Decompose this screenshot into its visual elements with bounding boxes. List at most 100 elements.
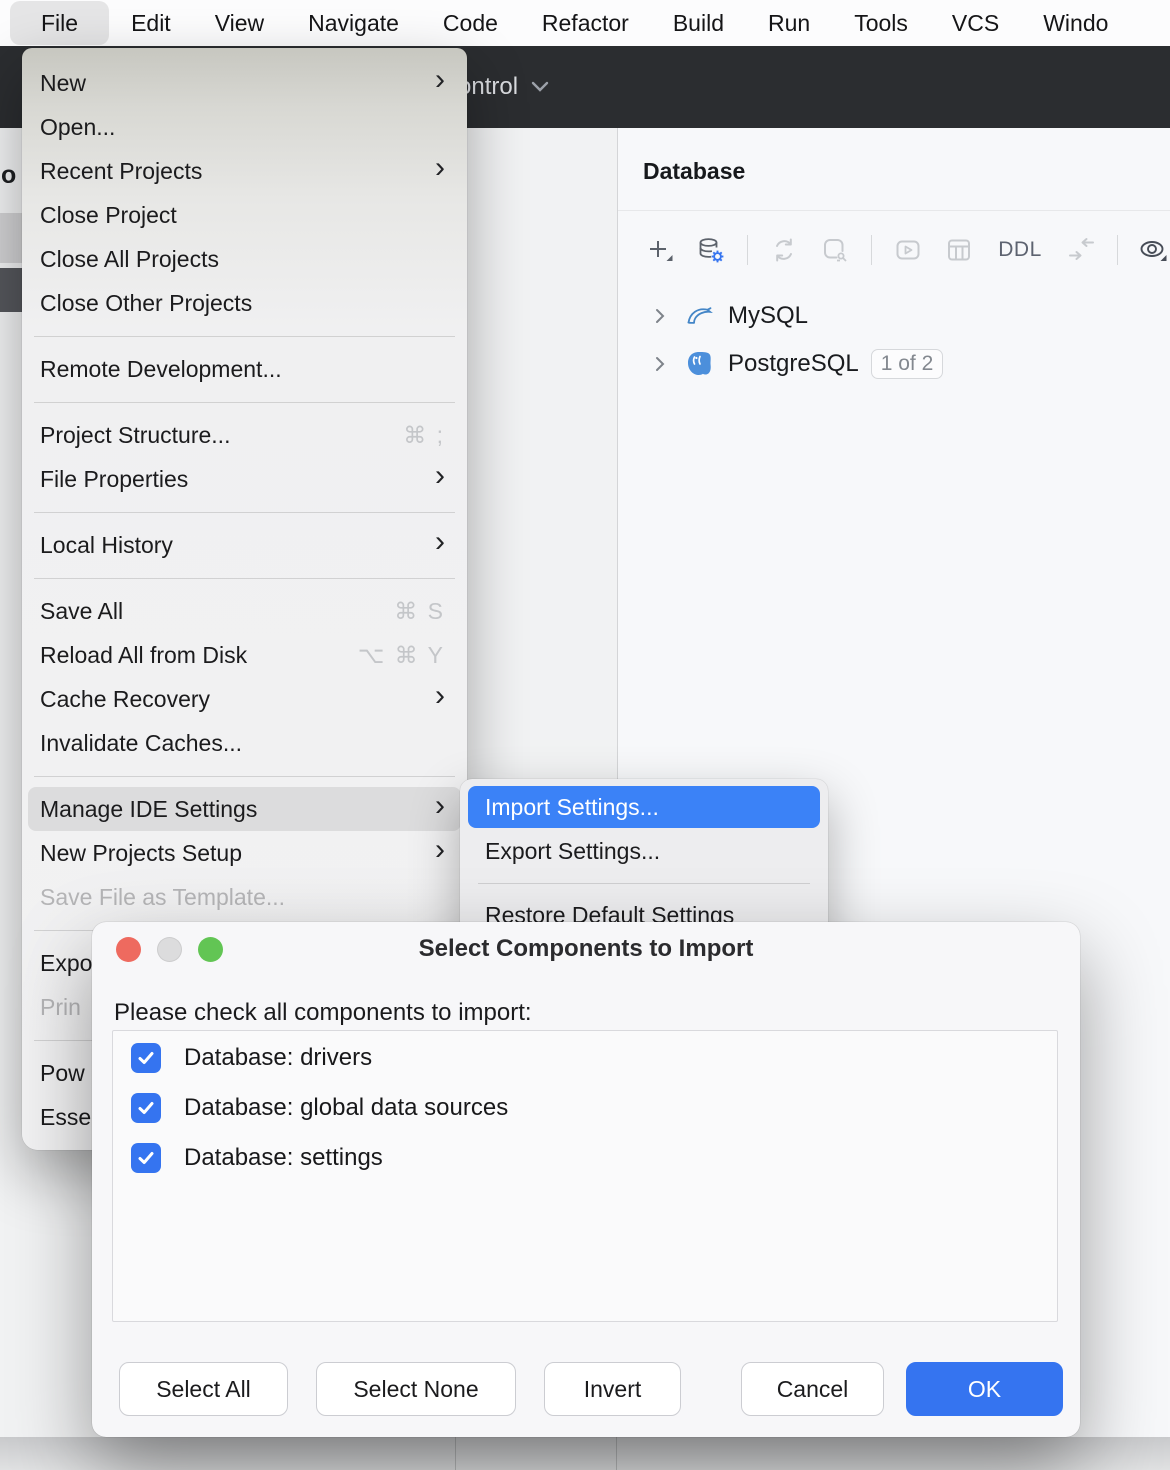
submenu-arrow-icon [435, 65, 445, 95]
checkbox-checked[interactable] [131, 1043, 161, 1073]
ddl-label: DDL [998, 238, 1042, 262]
expand-chevron-icon[interactable] [648, 353, 672, 375]
menubar-item-build[interactable]: Build [651, 1, 746, 45]
menu-item-invalidate-caches[interactable]: Invalidate Caches... [28, 721, 461, 765]
menu-item-save-file-as-template: Save File as Template... [28, 875, 461, 919]
component-row-drivers[interactable]: Database: drivers [113, 1033, 1057, 1083]
component-row-global-data-sources[interactable]: Database: global data sources [113, 1083, 1057, 1133]
clipped-background-text: o [1, 161, 16, 190]
menu-item-project-structure[interactable]: Project Structure...⌘ ; [28, 413, 461, 457]
menubar-item-code[interactable]: Code [421, 1, 520, 45]
version-control-widget[interactable]: ontrol [458, 46, 549, 128]
submenu-arrow-icon [435, 153, 445, 183]
components-list: Database: drivers Database: global data … [112, 1030, 1058, 1322]
select-none-button[interactable]: Select None [316, 1362, 516, 1416]
submenu-arrow-icon [435, 527, 445, 557]
database-toolbar: DDL [642, 222, 1170, 278]
dialog-title: Select Components to Import [92, 935, 1080, 963]
chevron-down-icon [531, 81, 549, 93]
menu-separator [22, 501, 467, 523]
menu-item-local-history[interactable]: Local History [28, 523, 461, 567]
menu-item-file-properties[interactable]: File Properties [28, 457, 461, 501]
background-band-dark [0, 268, 24, 312]
menu-separator [22, 765, 467, 787]
toolbar-separator [871, 235, 872, 265]
dialog-prompt: Please check all components to import: [114, 999, 532, 1027]
component-label: Database: settings [184, 1144, 383, 1172]
panel-divider [618, 210, 1170, 211]
menubar-item-tools[interactable]: Tools [832, 1, 930, 45]
menu-item-manage-ide-settings[interactable]: Manage IDE Settings [28, 787, 461, 831]
menu-item-recent-projects[interactable]: Recent Projects [28, 149, 461, 193]
expand-chevron-icon[interactable] [648, 305, 672, 327]
menu-separator [22, 325, 467, 347]
data-source-properties-button[interactable] [693, 232, 729, 268]
toolbar-separator [747, 235, 748, 265]
check-icon [136, 1098, 156, 1118]
mysql-dolphin-icon [684, 301, 714, 331]
shortcut-label: ⌘ S [394, 598, 445, 625]
submenu-arrow-icon [435, 791, 445, 821]
invert-button[interactable]: Invert [544, 1362, 681, 1416]
submenu-item-export-settings[interactable]: Export Settings... [460, 828, 828, 874]
checkbox-checked[interactable] [131, 1093, 161, 1123]
connection-count-badge: 1 of 2 [871, 349, 944, 379]
menu-item-new[interactable]: New [28, 61, 461, 105]
menu-item-close-all-projects[interactable]: Close All Projects [28, 237, 461, 281]
menu-item-reload-all-from-disk[interactable]: Reload All from Disk⌥ ⌘ Y [28, 633, 461, 677]
menu-item-close-project[interactable]: Close Project [28, 193, 461, 237]
plus-icon [645, 235, 675, 265]
component-label: Database: drivers [184, 1044, 372, 1072]
tree-label: MySQL [728, 302, 808, 330]
menu-item-open[interactable]: Open... [28, 105, 461, 149]
apply-ddl-button[interactable] [1063, 232, 1099, 268]
submenu-item-import-settings[interactable]: Import Settings... [468, 786, 820, 828]
add-data-source-button[interactable] [642, 232, 678, 268]
menu-item-close-other-projects[interactable]: Close Other Projects [28, 281, 461, 325]
menubar-item-window[interactable]: Windo [1021, 1, 1130, 45]
screen: File Edit View Navigate Code Refactor Bu… [0, 0, 1170, 1470]
select-all-button[interactable]: Select All [119, 1362, 288, 1416]
menubar-item-run[interactable]: Run [746, 1, 832, 45]
version-control-label: ontrol [458, 73, 518, 101]
menubar-item-navigate[interactable]: Navigate [286, 1, 421, 45]
tree-row-mysql[interactable]: MySQL [618, 292, 1170, 340]
menu-item-remote-development[interactable]: Remote Development... [28, 347, 461, 391]
disconnect-button[interactable] [817, 232, 853, 268]
query-console-icon [893, 235, 923, 265]
tree-row-postgresql[interactable]: PostgreSQL 1 of 2 [618, 340, 1170, 388]
shortcut-label: ⌘ ; [403, 422, 445, 449]
menubar-item-edit[interactable]: Edit [109, 1, 193, 45]
open-table-button[interactable] [941, 232, 977, 268]
ok-button[interactable]: OK [906, 1362, 1063, 1416]
component-row-settings[interactable]: Database: settings [113, 1133, 1057, 1183]
check-icon [136, 1048, 156, 1068]
component-label: Database: global data sources [184, 1094, 508, 1122]
menubar-item-refactor[interactable]: Refactor [520, 1, 651, 45]
menu-separator [22, 391, 467, 413]
checkbox-checked[interactable] [131, 1143, 161, 1173]
menubar-item-view[interactable]: View [193, 1, 286, 45]
shortcut-label: ⌥ ⌘ Y [358, 642, 445, 669]
submenu-arrow-icon [435, 835, 445, 865]
eye-icon [1138, 234, 1170, 266]
menubar-item-file[interactable]: File [10, 1, 109, 45]
jump-to-console-button[interactable] [890, 232, 926, 268]
background-band-light [0, 213, 24, 263]
menu-item-save-all[interactable]: Save All⌘ S [28, 589, 461, 633]
view-options-button[interactable] [1136, 232, 1170, 268]
postgresql-elephant-icon [684, 349, 714, 379]
menu-item-cache-recovery[interactable]: Cache Recovery [28, 677, 461, 721]
status-bar-divider [616, 1437, 617, 1470]
refresh-icon [769, 235, 799, 265]
menu-item-new-projects-setup[interactable]: New Projects Setup [28, 831, 461, 875]
ddl-button[interactable]: DDL [992, 232, 1048, 268]
converging-arrows-icon [1066, 235, 1096, 265]
database-panel-title: Database [643, 158, 745, 185]
refresh-button[interactable] [766, 232, 802, 268]
menubar-item-vcs[interactable]: VCS [930, 1, 1021, 45]
cancel-button[interactable]: Cancel [741, 1362, 884, 1416]
select-components-dialog: Select Components to Import Please check… [92, 922, 1080, 1437]
status-bar-strip [0, 1437, 1170, 1470]
toolbar-separator [1117, 235, 1118, 265]
